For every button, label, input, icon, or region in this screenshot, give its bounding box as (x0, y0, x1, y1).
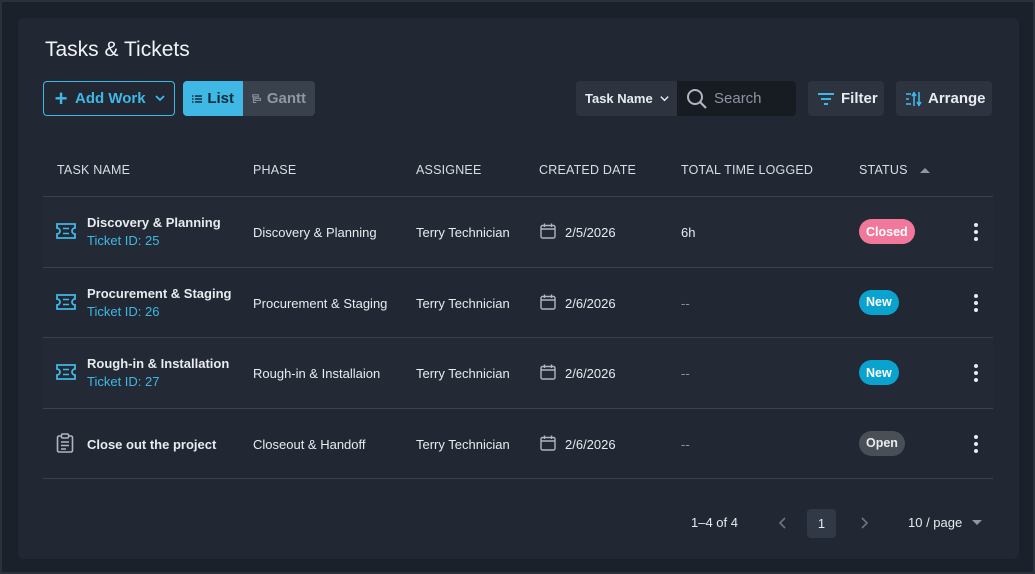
tasks-card: Tasks & Tickets + Add Work List Gantt Ta… (18, 18, 1019, 559)
view-list-button[interactable]: List (183, 81, 243, 116)
search-box (677, 81, 796, 116)
more-options-icon[interactable] (973, 363, 979, 388)
time-logged-cell: -- (681, 366, 690, 381)
task-name-link[interactable]: Discovery & Planning (87, 215, 221, 230)
page-size-select[interactable]: 10 / page (908, 515, 983, 530)
ticket-icon (56, 223, 76, 244)
ticket-id[interactable]: Ticket ID: 26 (87, 304, 159, 319)
phase-cell: Procurement & Staging (253, 295, 388, 311)
prev-page-icon[interactable] (777, 516, 789, 530)
more-options-icon[interactable] (973, 222, 979, 247)
status-badge: New (859, 360, 899, 385)
calendar-icon (540, 294, 556, 313)
status-badge: Open (859, 430, 905, 456)
arrange-icon (906, 91, 922, 106)
plus-icon: + (54, 85, 68, 111)
assignee-cell: Terry Technician (416, 436, 510, 452)
time-logged-cell: -- (681, 295, 690, 311)
status-badge: New (859, 289, 899, 315)
col-assignee[interactable]: ASSIGNEE (416, 163, 482, 177)
task-name-link[interactable]: Close out the project (87, 437, 216, 452)
created-date-cell: 2/6/2026 (565, 366, 616, 381)
table-row[interactable]: Procurement & Staging Ticket ID: 26 Proc… (43, 268, 993, 338)
view-gantt-label: Gantt (266, 90, 306, 107)
col-total-time[interactable]: TOTAL TIME LOGGED (681, 163, 813, 177)
phase-cell: Discovery & Planning (253, 225, 377, 240)
caret-down-icon (972, 520, 983, 525)
page-title: Tasks & Tickets (45, 38, 190, 61)
page-number-button[interactable]: 1 (807, 509, 836, 538)
search-field-select[interactable]: Task Name (576, 81, 677, 116)
filter-button[interactable]: Filter (808, 81, 884, 116)
view-gantt-button[interactable]: Gantt (243, 81, 315, 116)
assignee-cell: Terry Technician (416, 225, 510, 240)
col-task-name[interactable]: TASK NAME (57, 163, 130, 177)
more-options-icon[interactable] (973, 293, 979, 318)
ticket-icon (56, 293, 76, 315)
assignee-cell: Terry Technician (416, 366, 510, 381)
task-name-link[interactable]: Rough-in & Installation (87, 356, 229, 371)
phase-cell: Closeout & Handoff (253, 436, 366, 452)
sort-ascending-icon[interactable] (920, 168, 930, 173)
gantt-icon (252, 93, 261, 103)
table-header: TASK NAME PHASE ASSIGNEE CREATED DATE TO… (43, 150, 993, 197)
calendar-icon (540, 364, 556, 383)
table-row[interactable]: Close out the project Closeout & Handoff… (43, 409, 993, 479)
app-frame: Tasks & Tickets + Add Work List Gantt Ta… (2, 2, 1033, 572)
ticket-icon (56, 364, 76, 385)
created-date-cell: 2/6/2026 (565, 295, 616, 311)
chevron-down-icon[interactable] (154, 92, 166, 104)
chevron-down-icon (660, 96, 669, 102)
calendar-icon (540, 435, 556, 454)
view-list-label: List (207, 90, 234, 107)
assignee-cell: Terry Technician (416, 295, 510, 311)
add-work-button[interactable]: + Add Work (43, 81, 175, 116)
pagination-range: 1–4 of 4 (691, 515, 738, 530)
list-icon (192, 94, 203, 103)
ticket-id[interactable]: Ticket ID: 25 (87, 233, 159, 248)
search-input[interactable] (714, 90, 794, 107)
table-row[interactable]: Rough-in & Installation Ticket ID: 27 Ro… (43, 338, 993, 409)
more-options-icon[interactable] (973, 434, 979, 459)
phase-cell: Rough-in & Installaion (253, 366, 381, 381)
col-status[interactable]: STATUS (859, 163, 908, 177)
created-date-cell: 2/5/2026 (565, 225, 616, 240)
col-created-date[interactable]: CREATED DATE (539, 163, 636, 177)
filter-icon (818, 92, 834, 105)
time-logged-cell: -- (681, 436, 690, 452)
add-work-label: Add Work (75, 90, 146, 107)
tasks-table: TASK NAME PHASE ASSIGNEE CREATED DATE TO… (43, 150, 993, 479)
clipboard-icon (56, 432, 74, 458)
next-page-icon[interactable] (858, 516, 870, 530)
task-name-link[interactable]: Procurement & Staging (87, 286, 231, 301)
page-size-value: 10 / page (908, 515, 963, 530)
arrange-button[interactable]: Arrange (896, 81, 992, 116)
ticket-id[interactable]: Ticket ID: 27 (87, 374, 159, 389)
arrange-label: Arrange (928, 90, 986, 107)
created-date-cell: 2/6/2026 (565, 436, 616, 452)
search-icon (687, 88, 707, 109)
search-field-value: Task Name (585, 91, 653, 106)
table-row[interactable]: Discovery & Planning Ticket ID: 25 Disco… (43, 197, 993, 268)
calendar-icon (540, 223, 556, 242)
time-logged-cell: 6h (681, 225, 696, 240)
table-body: Discovery & Planning Ticket ID: 25 Disco… (43, 197, 993, 479)
status-badge: Closed (859, 219, 915, 244)
filter-label: Filter (841, 90, 878, 107)
view-toggle: List Gantt (183, 81, 315, 116)
col-phase[interactable]: PHASE (253, 163, 296, 177)
